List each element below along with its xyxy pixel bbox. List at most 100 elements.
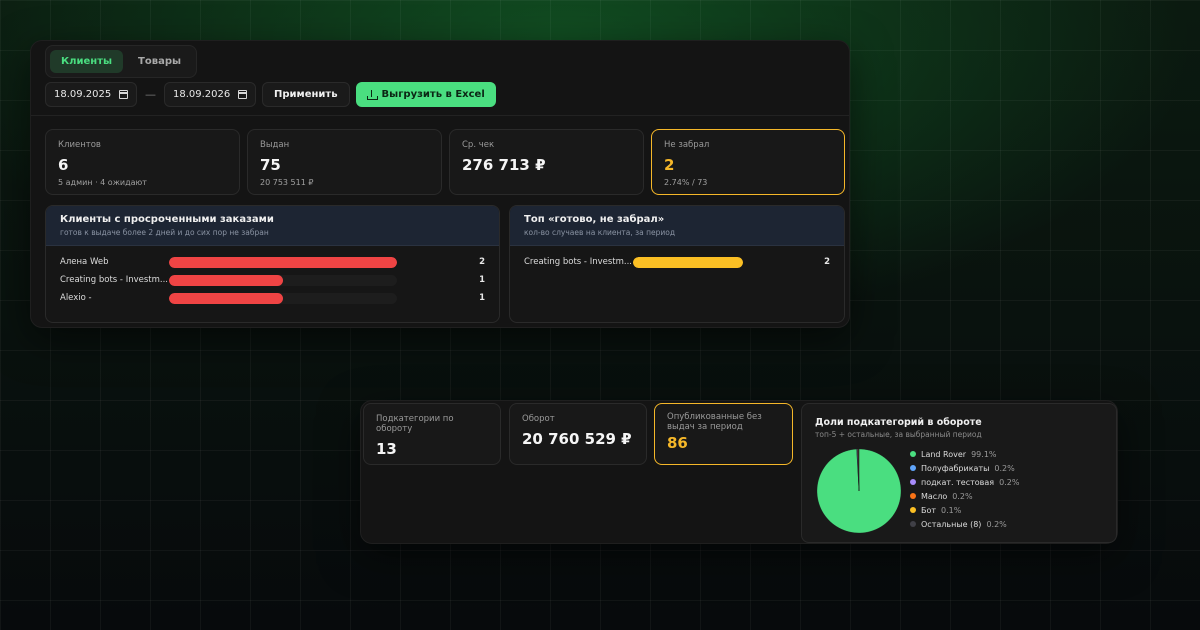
legend-label: Land Rover [921,449,967,459]
stat-label: Подкатегории по обороту [376,414,454,434]
stat-value: 13 [376,440,397,458]
card-subtitle: кол-во случаев на клиента, за период [524,228,676,237]
card-header: Клиенты с просроченными заказами готов к… [46,206,499,246]
calendar-icon[interactable] [119,90,128,99]
legend-dot-icon [910,521,916,527]
stat-sub: 2.74% / 73 [664,178,708,187]
client-name: Алена Web [60,257,109,267]
legend-item: Остальные (8) 0.2% [910,517,1019,531]
bar-fill [169,292,283,304]
chart-subtitle: топ-5 + остальные, за выбранный период [815,430,982,439]
client-name: Alexio - [60,293,92,303]
stat-card-published-no-issues: Опубликованные без выдач за период 86 [654,403,793,465]
stat-value: 75 [260,156,281,174]
legend-dot-icon [910,507,916,513]
stat-card-avg-check: Ср. чек 276 713 ₽ [449,129,644,195]
stat-card-not-picked: Не забрал 2 2.74% / 73 [651,129,845,195]
legend-item: подкат. тестовая 0.2% [910,475,1019,489]
apply-button[interactable]: Применить [262,82,350,107]
legend-dot-icon [910,465,916,471]
stat-label: Ср. чек [462,140,495,150]
legend-dot-icon [910,479,916,485]
analytics-panel-clients: Клиенты Товары 18.09.2025 — 18.09.2026 П… [30,40,850,328]
chart-legend: Land Rover 99.1% Полуфабрикаты 0.2% подкат. … [910,447,1019,531]
bar-fill [169,256,397,268]
stat-label: Клиентов [58,140,101,150]
list-item: Alexio - 1 [46,289,499,307]
tab-bar: Клиенты Товары [45,45,198,78]
count-value: 1 [479,293,485,303]
stat-value: 20 760 529 ₽ [522,430,632,448]
legend-item: Бот 0.1% [910,503,1019,517]
card-title: Топ «готово, не забрал» [524,214,665,225]
legend-percent: 0.2% [994,463,1015,473]
stat-card-subcategories: Подкатегории по обороту 13 [363,403,501,465]
pie-chart [816,448,902,534]
stat-sub: 20 753 511 ₽ [260,178,314,187]
tab-products[interactable]: Товары [127,50,192,73]
legend-label: подкат. тестовая [921,477,995,487]
legend-item: Масло 0.2% [910,489,1019,503]
date-to-input[interactable]: 18.09.2026 [164,82,256,107]
tab-clients[interactable]: Клиенты [50,50,124,73]
stat-card-issued: Выдан 75 20 753 511 ₽ [247,129,442,195]
client-name: Creating bots - Investm... [524,257,632,267]
legend-percent: 0.2% [952,491,973,501]
bar-track [169,274,397,286]
legend-item: Полуфабрикаты 0.2% [910,461,1019,475]
card-title: Клиенты с просроченными заказами [60,214,274,225]
export-excel-button[interactable]: Выгрузить в Excel [355,82,496,107]
subcategory-share-chart: Доли подкатегорий в обороте топ-5 + оста… [801,403,1117,543]
bar-list: Creating bots - Investm... 2 [510,246,844,271]
list-item: Алена Web 2 [46,253,499,271]
export-excel-label: Выгрузить в Excel [381,89,485,100]
legend-dot-icon [910,451,916,457]
legend-percent: 99.1% [971,449,997,459]
calendar-icon[interactable] [238,90,247,99]
count-value: 1 [479,275,485,285]
bar-fill [169,274,283,286]
chart-title: Доли подкатегорий в обороте [815,417,982,428]
bar-track [169,256,397,268]
stat-value: 6 [58,156,69,174]
list-item: Creating bots - Investm... 2 [510,253,844,271]
stat-value: 86 [667,434,688,452]
legend-label: Бот [921,505,937,515]
stat-card-clients: Клиентов 6 5 админ · 4 ожидают [45,129,240,195]
date-from-input[interactable]: 18.09.2025 [45,82,137,107]
stat-label: Опубликованные без выдач за период [667,412,762,432]
not-picked-top-card: Топ «готово, не забрал» кол-во случаев н… [509,205,845,323]
analytics-panel-subcategories: Подкатегории по обороту 13 Оборот 20 760… [360,400,1118,544]
legend-dot-icon [910,493,916,499]
stat-label: Выдан [260,140,290,150]
overdue-clients-card: Клиенты с просроченными заказами готов к… [45,205,500,323]
stat-value: 2 [664,156,675,174]
date-range-separator: — [145,88,156,101]
stat-label: Оборот [522,414,555,424]
divider [31,115,849,116]
client-name: Creating bots - Investm... [60,275,168,285]
bar-track [633,256,743,268]
bar-track [169,292,397,304]
stat-value: 276 713 ₽ [462,156,546,174]
legend-percent: 0.2% [999,477,1020,487]
card-header: Топ «готово, не забрал» кол-во случаев н… [510,206,844,246]
date-filter-bar: 18.09.2025 — 18.09.2026 Применить Выгруз… [45,82,496,107]
bar-fill [633,256,743,268]
stat-label: Не забрал [664,140,710,150]
legend-label: Остальные (8) [921,519,982,529]
date-from-value: 18.09.2025 [54,89,112,100]
card-subtitle: готов к выдаче более 2 дней и до сих пор… [60,228,269,237]
legend-label: Масло [921,491,948,501]
count-value: 2 [479,257,485,267]
download-icon [366,89,378,100]
legend-percent: 0.1% [941,505,962,515]
stat-sub: 5 админ · 4 ожидают [58,178,147,187]
bar-list: Алена Web 2 Creating bots - Investm... 1 Ale… [46,246,499,307]
legend-item: Land Rover 99.1% [910,447,1019,461]
legend-label: Полуфабрикаты [921,463,990,473]
list-item: Creating bots - Investm... 1 [46,271,499,289]
stat-card-turnover: Оборот 20 760 529 ₽ [509,403,647,465]
count-value: 2 [824,257,830,267]
legend-percent: 0.2% [986,519,1007,529]
